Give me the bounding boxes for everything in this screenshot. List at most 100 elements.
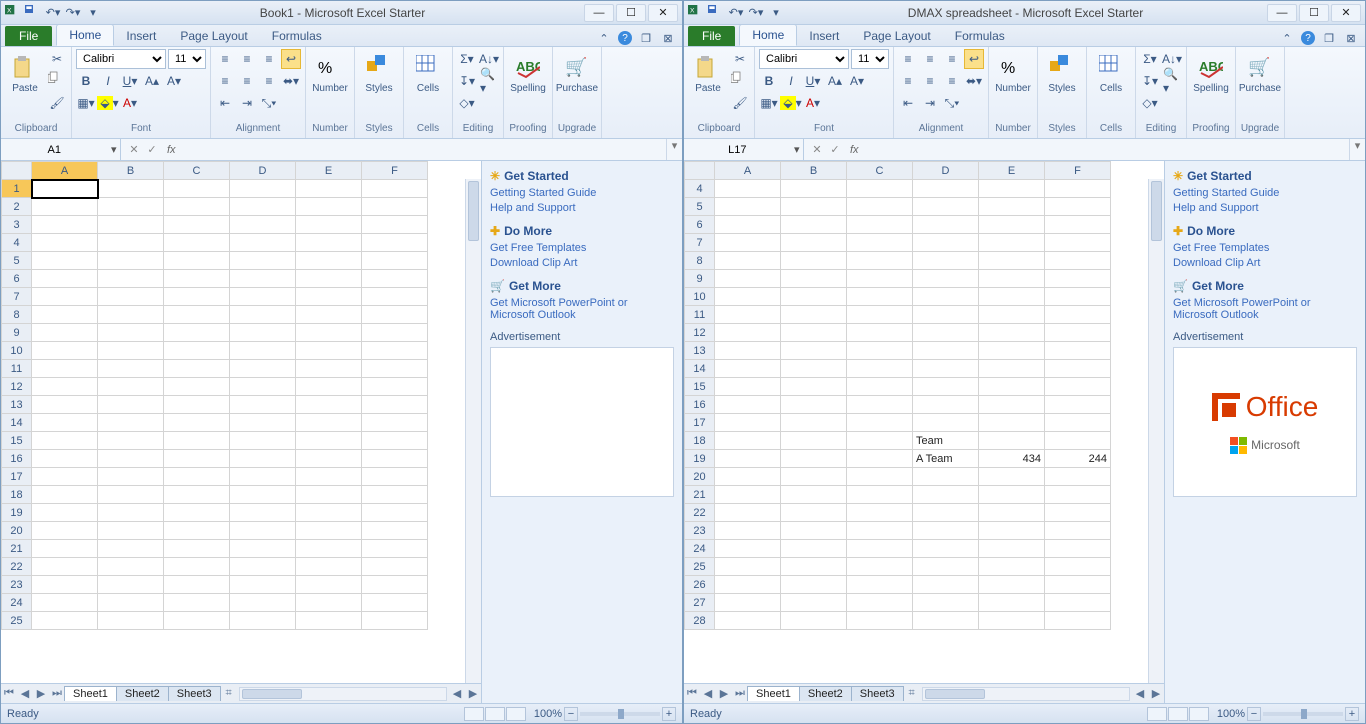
- horizontal-scrollbar[interactable]: [239, 687, 447, 701]
- cell[interactable]: [1045, 180, 1111, 198]
- cell[interactable]: [230, 594, 296, 612]
- cell[interactable]: [913, 306, 979, 324]
- font-name-select[interactable]: Calibri: [759, 49, 849, 69]
- sort-filter-button[interactable]: A↓▾: [1162, 49, 1182, 69]
- cell[interactable]: [1045, 486, 1111, 504]
- cell[interactable]: [362, 324, 428, 342]
- cell[interactable]: [781, 414, 847, 432]
- shrink-font-button[interactable]: A▾: [847, 71, 867, 91]
- cell[interactable]: [296, 288, 362, 306]
- align-bottom-button[interactable]: ≡: [259, 49, 279, 69]
- cut-button[interactable]: ✂: [730, 49, 750, 69]
- cell[interactable]: [979, 198, 1045, 216]
- sheet-tab-3[interactable]: Sheet3: [168, 686, 221, 701]
- cell[interactable]: [230, 558, 296, 576]
- row-header[interactable]: 20: [685, 468, 715, 486]
- cell[interactable]: [296, 414, 362, 432]
- sheet-tab-1[interactable]: Sheet1: [64, 686, 117, 701]
- cell[interactable]: [98, 216, 164, 234]
- row-header[interactable]: 9: [685, 270, 715, 288]
- prev-sheet-button[interactable]: ◀: [17, 687, 33, 700]
- row-header[interactable]: 11: [685, 306, 715, 324]
- cell[interactable]: [781, 486, 847, 504]
- page-break-view-button[interactable]: [506, 707, 526, 721]
- cell[interactable]: [715, 558, 781, 576]
- align-middle-button[interactable]: ≡: [920, 49, 940, 69]
- undo-button[interactable]: ↶▾: [728, 5, 744, 21]
- cell[interactable]: [715, 252, 781, 270]
- autosum-button[interactable]: Σ▾: [457, 49, 477, 69]
- cell[interactable]: [847, 306, 913, 324]
- row-header[interactable]: 18: [2, 486, 32, 504]
- cell[interactable]: [715, 306, 781, 324]
- formula-input[interactable]: [182, 144, 662, 156]
- page-layout-view-button[interactable]: [485, 707, 505, 721]
- cell[interactable]: [164, 252, 230, 270]
- new-sheet-button[interactable]: ⌗: [904, 687, 920, 700]
- cell[interactable]: [1045, 468, 1111, 486]
- cell[interactable]: [296, 396, 362, 414]
- cell[interactable]: [230, 198, 296, 216]
- cell[interactable]: [362, 414, 428, 432]
- cell[interactable]: 244: [1045, 450, 1111, 468]
- cell[interactable]: [715, 540, 781, 558]
- spreadsheet-grid[interactable]: ABCDEF1234567891011121314151617181920212…: [1, 161, 481, 683]
- select-all-corner[interactable]: [685, 162, 715, 180]
- file-tab[interactable]: File: [5, 26, 52, 46]
- cell[interactable]: [1045, 594, 1111, 612]
- cell[interactable]: [164, 360, 230, 378]
- save-button[interactable]: [708, 5, 724, 21]
- cell[interactable]: [32, 576, 98, 594]
- cell[interactable]: [715, 468, 781, 486]
- cell[interactable]: [98, 270, 164, 288]
- cell[interactable]: [715, 378, 781, 396]
- fill-color-button[interactable]: ⬙▾: [98, 93, 118, 113]
- cell[interactable]: [230, 270, 296, 288]
- cell[interactable]: [781, 234, 847, 252]
- cell[interactable]: [164, 450, 230, 468]
- cell[interactable]: [1045, 540, 1111, 558]
- last-sheet-button[interactable]: ⏭: [732, 687, 748, 700]
- row-header[interactable]: 5: [2, 252, 32, 270]
- row-header[interactable]: 16: [2, 450, 32, 468]
- doMore-link2[interactable]: Download Clip Art: [1173, 257, 1357, 269]
- grow-font-button[interactable]: A▴: [142, 71, 162, 91]
- row-header[interactable]: 10: [2, 342, 32, 360]
- cell[interactable]: [979, 324, 1045, 342]
- cell[interactable]: [979, 432, 1045, 450]
- cell[interactable]: [164, 234, 230, 252]
- cell[interactable]: [296, 432, 362, 450]
- cell[interactable]: [781, 504, 847, 522]
- cell[interactable]: [1045, 612, 1111, 630]
- name-box[interactable]: [684, 144, 791, 156]
- cell[interactable]: [847, 504, 913, 522]
- cell[interactable]: [847, 468, 913, 486]
- cell[interactable]: [362, 486, 428, 504]
- row-header[interactable]: 21: [685, 486, 715, 504]
- cell[interactable]: [913, 468, 979, 486]
- cell[interactable]: [164, 504, 230, 522]
- cell[interactable]: [715, 216, 781, 234]
- cell[interactable]: [296, 216, 362, 234]
- column-header[interactable]: C: [164, 162, 230, 180]
- font-size-select[interactable]: 11: [851, 49, 889, 69]
- row-header[interactable]: 13: [2, 396, 32, 414]
- row-header[interactable]: 6: [2, 270, 32, 288]
- row-header[interactable]: 19: [685, 450, 715, 468]
- cell[interactable]: [164, 216, 230, 234]
- cell[interactable]: [913, 540, 979, 558]
- enter-formula-icon[interactable]: ✓: [143, 143, 161, 156]
- cells-button[interactable]: Cells: [408, 49, 448, 94]
- column-header[interactable]: A: [32, 162, 98, 180]
- row-header[interactable]: 24: [2, 594, 32, 612]
- doMore-link2[interactable]: Download Clip Art: [490, 257, 674, 269]
- cell[interactable]: [913, 324, 979, 342]
- insert-tab[interactable]: Insert: [797, 26, 851, 46]
- underline-button[interactable]: U▾: [803, 71, 823, 91]
- cell[interactable]: [164, 432, 230, 450]
- cell[interactable]: [913, 396, 979, 414]
- row-header[interactable]: 5: [685, 198, 715, 216]
- row-header[interactable]: 6: [685, 216, 715, 234]
- shrink-font-button[interactable]: A▾: [164, 71, 184, 91]
- cell[interactable]: [98, 342, 164, 360]
